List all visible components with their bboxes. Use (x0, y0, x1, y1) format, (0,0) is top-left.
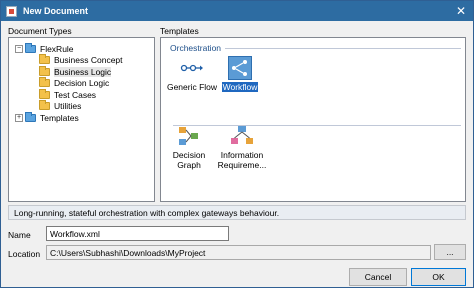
tree-node-flexrule[interactable]: − FlexRule (15, 42, 123, 55)
tree-node-utilities[interactable]: Utilities (15, 100, 123, 113)
template-label: Workflow (221, 82, 259, 92)
tree-node-business-logic[interactable]: Business Logic (15, 65, 123, 78)
folder-icon (39, 77, 50, 88)
app-icon (6, 5, 17, 17)
decision-graph-icon (177, 124, 201, 148)
tree-node-templates[interactable]: + Templates (15, 111, 123, 124)
folder-icon (39, 54, 50, 65)
templates-label: Templates (160, 26, 199, 36)
collapse-icon[interactable]: − (15, 44, 23, 53)
group-header-orchestration: Orchestration (170, 43, 222, 53)
tree-node-decision-logic[interactable]: Decision Logic (15, 77, 123, 90)
document-types-label: Document Types (8, 26, 72, 36)
template-label-line1: Information (220, 150, 264, 160)
tree-node-label: Business Logic (54, 66, 112, 77)
folder-icon (39, 88, 50, 99)
cancel-button[interactable]: Cancel (349, 268, 407, 286)
template-description: Long-running, stateful orchestration wit… (8, 205, 466, 220)
location-input[interactable] (46, 245, 431, 260)
template-label: Generic Flow (166, 82, 218, 92)
workflow-icon (228, 56, 252, 80)
information-requirements-icon (230, 124, 254, 148)
template-decision-graph[interactable]: Decision Graph (161, 124, 217, 170)
ok-button[interactable]: OK (411, 268, 466, 286)
close-button[interactable]: ✕ (449, 1, 473, 21)
template-information-requirements[interactable]: Information Requireme... (212, 124, 272, 170)
tree-node-label: Utilities (54, 101, 82, 112)
tree-node-business-concept[interactable]: Business Concept (15, 54, 123, 67)
folder-icon (39, 100, 50, 111)
document-types-tree[interactable]: − FlexRule Business Concept Business Log… (8, 37, 155, 202)
folder-blue-icon (25, 42, 36, 53)
tree-node-test-cases[interactable]: Test Cases (15, 88, 123, 101)
location-label: Location (8, 249, 41, 259)
tree-node-label: Decision Logic (54, 78, 110, 89)
tree-node-label: FlexRule (40, 43, 74, 54)
template-label-line2: Requireme... (217, 160, 267, 170)
generic-flow-icon (180, 56, 204, 80)
tree-node-label: Templates (40, 112, 79, 123)
template-workflow[interactable]: Workflow (212, 56, 268, 92)
templates-list[interactable]: Orchestration Generic Flow Workflow Deci… (160, 37, 466, 202)
group-divider (225, 48, 461, 49)
template-label-line1: Decision (172, 150, 206, 160)
expand-icon[interactable]: + (15, 113, 23, 122)
title-bar[interactable]: New Document ✕ (1, 1, 473, 21)
window-title: New Document (23, 6, 89, 16)
tree-node-label: Test Cases (54, 89, 97, 100)
name-label: Name (8, 230, 31, 240)
tree-node-label: Business Concept (54, 55, 123, 66)
browse-button[interactable]: ... (434, 244, 466, 260)
template-label-line2: Graph (177, 160, 201, 170)
name-input[interactable] (46, 226, 229, 241)
folder-icon (39, 65, 50, 76)
new-document-dialog: New Document ✕ Document Types Templates … (0, 0, 474, 288)
folder-blue-icon (25, 111, 36, 122)
